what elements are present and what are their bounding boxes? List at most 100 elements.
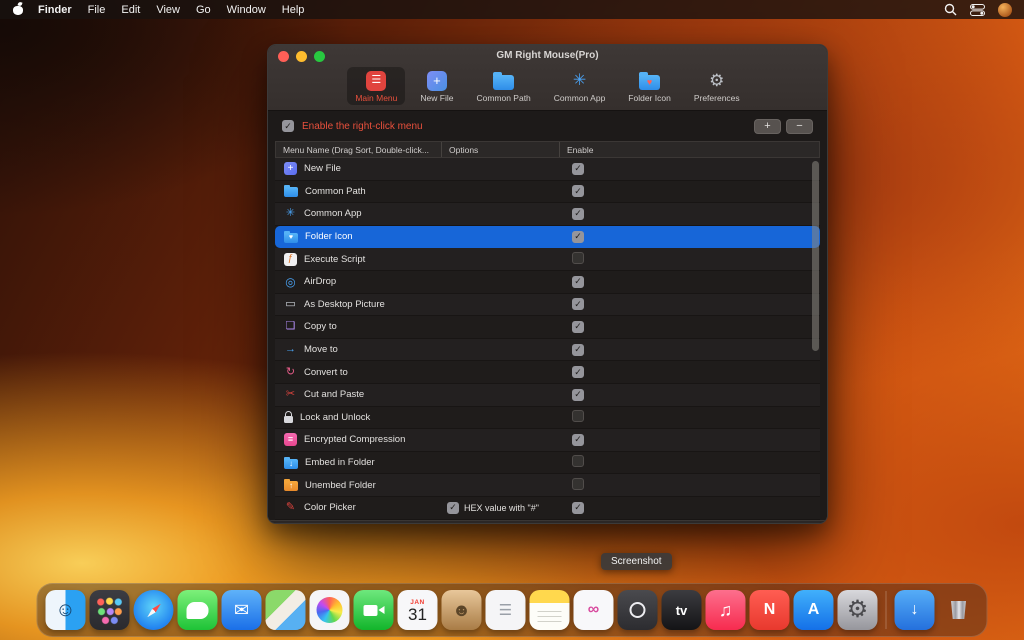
table-row-copy-to[interactable]: ❏Copy to (275, 316, 820, 339)
table-row-unembed-folder[interactable]: ↑Unembed Folder (275, 474, 820, 497)
dock-music[interactable]: ♫ (705, 589, 747, 631)
gear-icon: ⚙ (707, 71, 727, 91)
launchpad-icon (90, 590, 130, 630)
dock-reminders[interactable]: ☰ (485, 589, 527, 631)
column-header-options[interactable]: Options (441, 142, 559, 157)
system-settings-icon: ⚙ (838, 590, 878, 630)
dock-screenshot[interactable] (617, 589, 659, 631)
dock-facetime[interactable] (353, 589, 395, 631)
table-row-embed-in-folder[interactable]: ↓Embed in Folder (275, 452, 820, 475)
row-enable-checkbox[interactable] (572, 366, 584, 378)
row-enable-checkbox[interactable] (572, 185, 584, 197)
column-header-enable[interactable]: Enable (559, 142, 819, 157)
menu-view[interactable]: View (156, 4, 180, 16)
table-row-execute-script[interactable]: ƒExecute Script (275, 248, 820, 271)
table-row-folder-icon[interactable]: ♥Folder Icon (275, 226, 820, 249)
tab-folder-icon[interactable]: ♥Folder Icon (620, 67, 679, 105)
table-row-lock-and-unlock[interactable]: Lock and Unlock (275, 407, 820, 430)
menu-go[interactable]: Go (196, 4, 211, 16)
menu-file[interactable]: File (88, 4, 106, 16)
column-header-menu-name-drag-sort-[interactable]: Menu Name (Drag Sort, Double-click... (276, 142, 441, 157)
minimize-button[interactable] (296, 51, 307, 62)
dock-apple-tv[interactable]: tv (661, 589, 703, 631)
calendar-day: 31 (408, 606, 427, 623)
row-enable-checkbox[interactable] (572, 434, 584, 446)
add-menu-item-button[interactable]: + (754, 119, 781, 134)
menu-help[interactable]: Help (282, 4, 305, 16)
row-enable-checkbox[interactable] (572, 321, 584, 333)
eyedropper-icon: ✎ (284, 501, 297, 514)
control-center-icon[interactable] (970, 4, 985, 16)
row-enable-checkbox[interactable] (572, 276, 584, 288)
enable-right-click-checkbox[interactable] (282, 120, 294, 132)
row-enable-checkbox[interactable] (572, 298, 584, 310)
titlebar[interactable]: GM Right Mouse(Pro) (268, 45, 827, 66)
dock-notes[interactable] (529, 589, 571, 631)
plus-icon: + (284, 162, 297, 175)
row-enable-checkbox[interactable] (572, 231, 584, 243)
row-label: New File (304, 163, 341, 174)
tab-common-path[interactable]: Common Path (468, 67, 538, 105)
folder-up-icon: ↑ (284, 481, 298, 491)
menu-window[interactable]: Window (227, 4, 266, 16)
reset-button[interactable]: Reset (757, 523, 815, 524)
row-label: Convert to (304, 367, 348, 378)
dock-maps[interactable] (265, 589, 307, 631)
table-header: Menu Name (Drag Sort, Double-click...Opt… (275, 141, 820, 158)
row-enable-checkbox[interactable] (572, 478, 584, 490)
table-row-common-app[interactable]: ✳Common App (275, 203, 820, 226)
dock-photos[interactable] (309, 589, 351, 631)
row-enable-checkbox[interactable] (572, 252, 584, 264)
table-body: + New File Common Path✳Common App♥Folder I… (275, 158, 820, 520)
active-app-name[interactable]: Finder (38, 4, 72, 16)
maps-icon (266, 590, 306, 630)
table-row-airdrop[interactable]: ◎AirDrop (275, 271, 820, 294)
dock-downloads[interactable]: ↓ (894, 589, 936, 631)
dock-messages[interactable] (177, 589, 219, 631)
table-row-new-file[interactable]: + New File (275, 158, 820, 181)
dock-system-settings[interactable]: ⚙ (837, 589, 879, 631)
table-row-cut-and-paste[interactable]: ✂Cut and Paste (275, 384, 820, 407)
tab-main-menu[interactable]: ☰Main Menu (347, 67, 405, 105)
dock-calendar[interactable]: JAN31 (397, 589, 439, 631)
table-row-move-to[interactable]: →Move to (275, 339, 820, 362)
row-enable-checkbox[interactable] (572, 389, 584, 401)
dock-news[interactable]: N (749, 589, 791, 631)
row-label: Color Picker (304, 502, 356, 513)
table-row-encrypted-compression[interactable]: ≡Encrypted Compression (275, 429, 820, 452)
close-button[interactable] (278, 51, 289, 62)
search-icon[interactable] (944, 3, 957, 16)
dock-launchpad[interactable] (89, 589, 131, 631)
option-checkbox[interactable] (447, 502, 459, 514)
scrollbar-thumb[interactable] (812, 161, 819, 351)
table-row-as-desktop-picture[interactable]: ▭As Desktop Picture (275, 294, 820, 317)
window-title: GM Right Mouse(Pro) (496, 50, 598, 61)
remove-menu-item-button[interactable]: − (786, 119, 813, 134)
table-row-color-picker[interactable]: ✎Color PickerHEX value with "#" (275, 497, 820, 520)
table-row-common-path[interactable]: Common Path (275, 181, 820, 204)
user-avatar[interactable] (998, 3, 1012, 17)
tab-new-file[interactable]: +New File (412, 67, 461, 105)
tab-common-app[interactable]: ✳Common App (546, 67, 614, 105)
table-row-convert-to[interactable]: ↻ Convert to (275, 361, 820, 384)
menu-edit[interactable]: Edit (121, 4, 140, 16)
dock-safari[interactable] (133, 589, 175, 631)
row-enable-checkbox[interactable] (572, 208, 584, 220)
convert-icon: ↻ (284, 366, 297, 379)
dock-trash[interactable] (938, 589, 980, 631)
row-enable-checkbox[interactable] (572, 163, 584, 175)
row-enable-checkbox[interactable] (572, 344, 584, 356)
dock-contacts[interactable]: ☻ (441, 589, 483, 631)
dock-app-store[interactable]: A (793, 589, 835, 631)
dock-freeform[interactable]: ∞ (573, 589, 615, 631)
dock-finder[interactable]: ☺ (45, 589, 87, 631)
row-enable-checkbox[interactable] (572, 410, 584, 422)
tab-preferences[interactable]: ⚙Preferences (686, 67, 748, 105)
zoom-button[interactable] (314, 51, 325, 62)
news-icon: N (750, 590, 790, 630)
row-enable-checkbox[interactable] (572, 502, 584, 514)
apple-logo-icon[interactable] (12, 3, 24, 16)
dock-mail[interactable]: ✉ (221, 589, 263, 631)
row-enable-checkbox[interactable] (572, 455, 584, 467)
mail-icon: ✉ (222, 590, 262, 630)
